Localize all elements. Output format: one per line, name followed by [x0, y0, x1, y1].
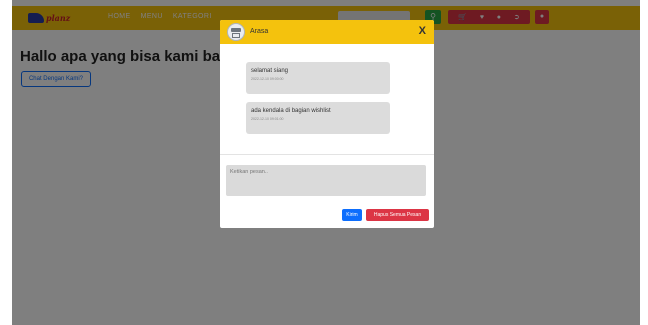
- modal-header: Arasa X: [220, 20, 434, 44]
- message-input[interactable]: [226, 165, 426, 196]
- divider: [220, 154, 434, 155]
- message-bubble: selamat siang 2022-12-10 09:00:00: [246, 62, 390, 94]
- message-list: selamat siang 2022-12-10 09:00:00 ada ke…: [220, 44, 434, 154]
- send-button[interactable]: Kirim: [342, 209, 362, 221]
- message-time: 2022-12-10 09:01:00: [251, 117, 284, 121]
- chat-modal: Arasa X selamat siang 2022-12-10 09:00:0…: [220, 20, 434, 228]
- store-avatar-icon: [227, 23, 245, 41]
- message-text: selamat siang: [251, 68, 289, 74]
- close-button[interactable]: X: [419, 24, 426, 38]
- message-time: 2022-12-10 09:00:00: [251, 77, 284, 81]
- message-text: ada kendala di bagian wishlist: [251, 108, 331, 114]
- message-bubble: ada kendala di bagian wishlist 2022-12-1…: [246, 102, 390, 134]
- page: planz HOME MENU KATEGORI ⚲ 🛒 ♥ ● ➲ ● Hal…: [12, 0, 640, 325]
- modal-title: Arasa: [250, 28, 269, 35]
- clear-messages-button[interactable]: Hapus Semua Pesan: [366, 209, 429, 221]
